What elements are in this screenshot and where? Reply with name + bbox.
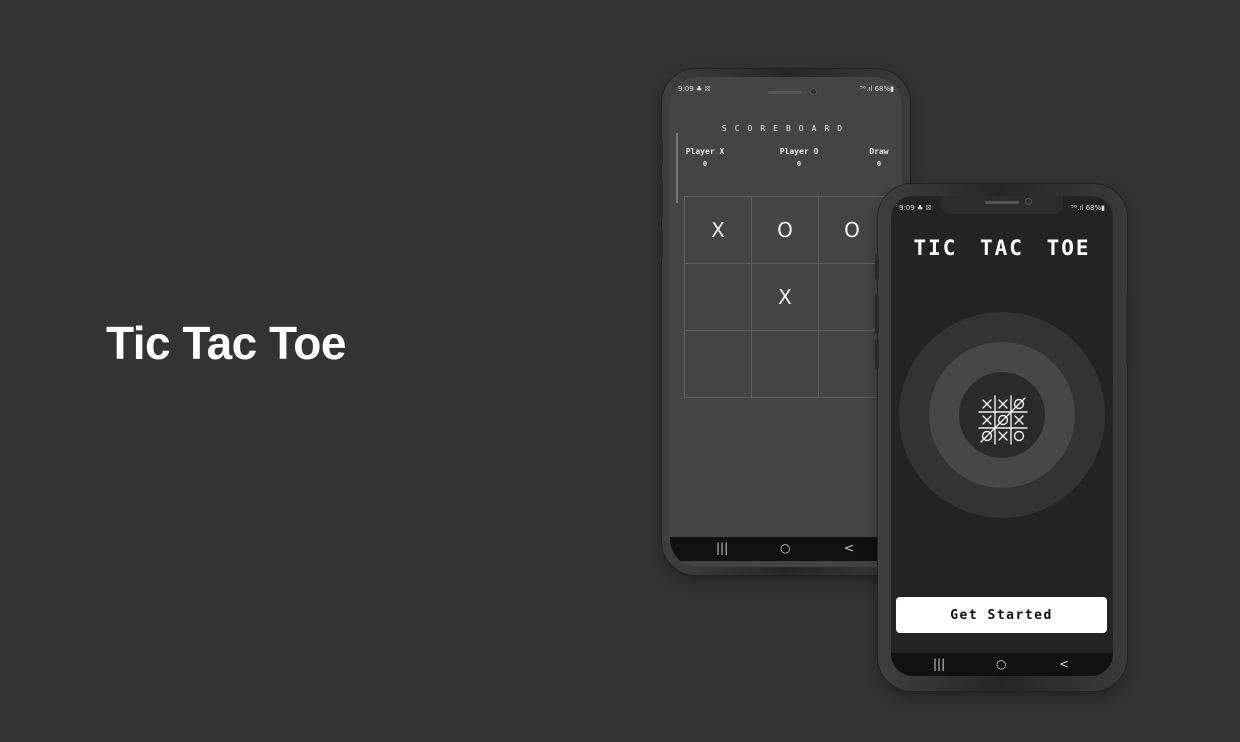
- board-cell[interactable]: X: [752, 264, 819, 331]
- board-cell[interactable]: [685, 331, 752, 398]
- bixby-button: [875, 339, 879, 369]
- board-cell[interactable]: X: [685, 197, 752, 264]
- scoreboard-title: SCOREBOARD: [721, 124, 851, 133]
- volume-down-button: [659, 179, 663, 219]
- game-phone-mockup: 9:09 ♣ ☒ ⁵ᴳ.ıl 68%▮ SCOREBOARD Player X …: [659, 69, 910, 575]
- welcome-screen: 9:09 ♣ ☒ ⁵ᴳ.ıl 68%▮ TIC TAC TOE Get Star…: [891, 196, 1113, 676]
- status-time: 9:09 ♣ ☒: [899, 204, 932, 212]
- front-camera: [810, 88, 817, 95]
- earpiece-speaker: [768, 91, 802, 94]
- score-player-x: Player X 0: [670, 147, 740, 168]
- tic-tac-toe-grid-icon: [978, 395, 1028, 445]
- status-bar: 9:09 ♣ ☒ ⁵ᴳ.ıl 68%▮: [670, 77, 902, 97]
- volume-down-button: [875, 294, 879, 334]
- home-icon[interactable]: ○: [996, 657, 1006, 671]
- recent-apps-icon[interactable]: |||: [716, 541, 728, 555]
- recent-apps-icon[interactable]: |||: [933, 657, 945, 671]
- android-nav-bar: ||| ○ <: [891, 653, 1113, 676]
- board-cell[interactable]: [685, 264, 752, 331]
- game-title: TIC TAC TOE: [913, 236, 1091, 260]
- game-screen: 9:09 ♣ ☒ ⁵ᴳ.ıl 68%▮ SCOREBOARD Player X …: [670, 77, 902, 567]
- status-time: 9:09 ♣ ☒: [678, 85, 711, 93]
- back-icon[interactable]: <: [844, 541, 854, 555]
- volume-up-button: [659, 139, 663, 165]
- welcome-phone-mockup: 9:09 ♣ ☒ ⁵ᴳ.ıl 68%▮ TIC TAC TOE Get Star…: [875, 184, 1130, 691]
- board-cell[interactable]: [752, 331, 819, 398]
- home-icon[interactable]: ○: [780, 541, 790, 555]
- board-cell[interactable]: O: [752, 197, 819, 264]
- score-label: Player X: [685, 147, 725, 156]
- score-label: Draw: [869, 147, 889, 156]
- power-button: [1126, 294, 1130, 364]
- back-icon[interactable]: <: [1059, 657, 1069, 671]
- android-nav-bar: ||| ○ <: [670, 537, 902, 561]
- score-value: 0: [702, 160, 708, 168]
- score-value: 0: [796, 160, 802, 168]
- bixby-button: [659, 229, 663, 259]
- score-draw: Draw 0: [844, 147, 902, 168]
- score-value: 0: [876, 160, 882, 168]
- get-started-button[interactable]: Get Started: [896, 597, 1107, 633]
- status-bar: 9:09 ♣ ☒ ⁵ᴳ.ıl 68%▮: [891, 196, 1113, 216]
- scoreboard-divider: [676, 133, 678, 203]
- score-player-o: Player O 0: [764, 147, 834, 168]
- page-title: Tic Tac Toe: [106, 317, 346, 369]
- volume-up-button: [875, 254, 879, 280]
- score-label: Player O: [779, 147, 819, 156]
- status-system-icons: ⁵ᴳ.ıl 68%▮: [1071, 204, 1105, 212]
- status-system-icons: ⁵ᴳ.ıl 68%▮: [860, 85, 894, 93]
